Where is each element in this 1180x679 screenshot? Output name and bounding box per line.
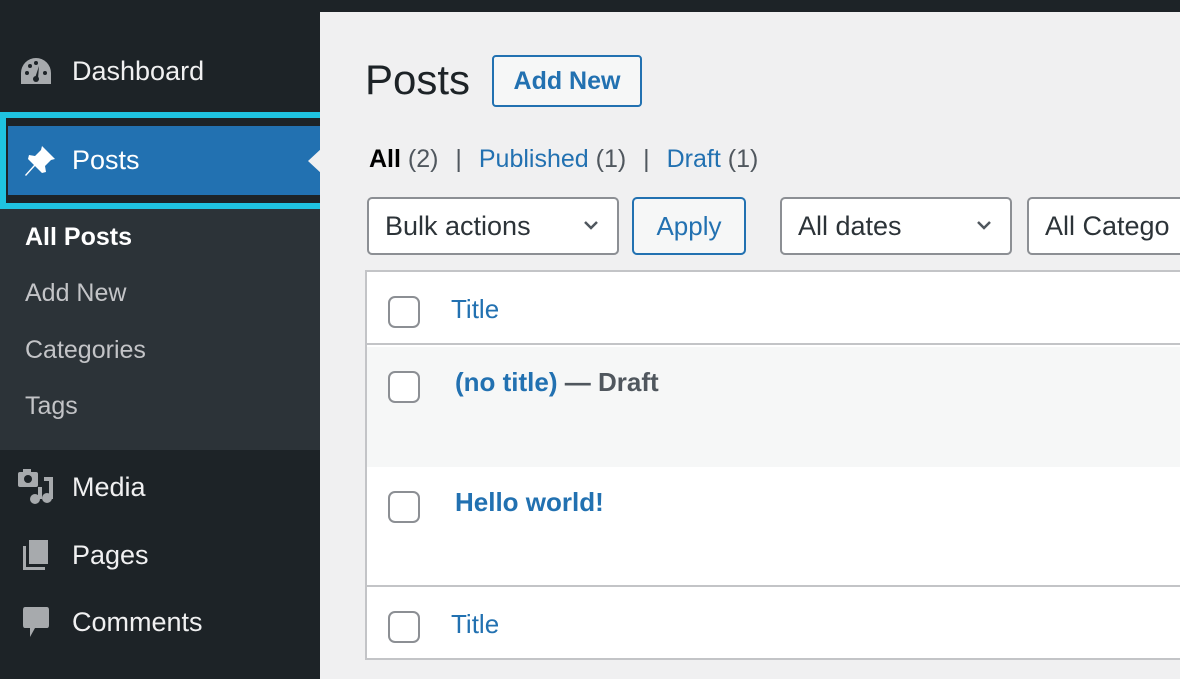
sidebar-item-label: Pages (72, 539, 149, 570)
filter-published-count: (1) (595, 145, 627, 173)
main-content: Posts Add New All (2) | Published (1) | … (320, 12, 1180, 679)
submenu-item-add-new[interactable]: Add New (25, 279, 126, 308)
page-title: Posts (365, 56, 471, 103)
chevron-down-icon (977, 221, 991, 230)
filter-draft[interactable]: Draft (667, 145, 721, 173)
sidebar-item-label: Comments (72, 606, 203, 637)
bulk-actions-value: Bulk actions (385, 210, 531, 241)
dates-filter-value: All dates (798, 210, 902, 241)
table-row: (no title) — Draft (367, 347, 1180, 467)
dashboard-icon (18, 53, 54, 89)
table-row: Hello world! (367, 467, 1180, 587)
title-column-header[interactable]: Title (451, 294, 499, 325)
sidebar-item-label: Dashboard (72, 55, 205, 86)
sidebar-item-posts[interactable]: Posts (8, 126, 322, 195)
post-status-filters: All (2) | Published (1) | Draft (1) (369, 145, 758, 174)
posts-submenu: All Posts Add New Categories Tags (0, 209, 320, 450)
posts-table: Title (no title) — Draft Hello world! Ti… (365, 270, 1180, 660)
filter-separator: | (643, 145, 650, 173)
filter-all-count: (2) (407, 145, 439, 173)
sidebar-item-dashboard[interactable]: Dashboard (0, 40, 320, 102)
bulk-actions-select[interactable]: Bulk actions (367, 197, 619, 255)
sidebar-item-label: Posts (72, 145, 140, 175)
sidebar-item-comments[interactable]: Comments (0, 591, 320, 653)
row-checkbox[interactable] (388, 491, 420, 523)
sidebar-item-pages[interactable]: Pages (0, 524, 320, 586)
pin-icon (20, 141, 60, 181)
select-all-checkbox-footer[interactable] (388, 611, 420, 643)
filter-separator: | (455, 145, 462, 173)
submenu-item-tags[interactable]: Tags (25, 392, 78, 421)
media-icon (18, 469, 54, 505)
table-header: Title (367, 272, 1180, 345)
post-title-link[interactable]: Hello world! (455, 487, 604, 518)
select-all-checkbox[interactable] (388, 296, 420, 328)
sidebar-item-label: Media (72, 471, 146, 502)
filter-draft-count: (1) (727, 145, 759, 173)
highlight-outline: Posts (0, 112, 328, 209)
apply-button[interactable]: Apply (632, 197, 746, 255)
categories-filter-value: All Catego (1045, 210, 1170, 241)
admin-sidebar: Dashboard Posts All Posts Add New Catego… (0, 0, 328, 679)
post-state: — Draft (557, 367, 659, 397)
add-new-button[interactable]: Add New (492, 55, 642, 107)
post-title-text[interactable]: (no title) (455, 367, 558, 397)
categories-filter-select[interactable]: All Catego (1027, 197, 1180, 255)
dates-filter-select[interactable]: All dates (780, 197, 1012, 255)
submenu-item-all-posts[interactable]: All Posts (25, 223, 132, 252)
chevron-down-icon (584, 221, 598, 230)
table-footer: Title (367, 589, 1180, 660)
row-checkbox[interactable] (388, 371, 420, 403)
submenu-item-categories[interactable]: Categories (25, 336, 146, 365)
comments-icon (18, 604, 54, 640)
sidebar-item-media[interactable]: Media (0, 456, 320, 518)
filter-published[interactable]: Published (479, 145, 589, 173)
post-title-text[interactable]: Hello world! (455, 487, 604, 517)
filter-all[interactable]: All (369, 145, 401, 173)
title-column-footer[interactable]: Title (451, 609, 499, 640)
post-title-link[interactable]: (no title) — Draft (455, 367, 659, 398)
pages-icon (18, 537, 54, 573)
